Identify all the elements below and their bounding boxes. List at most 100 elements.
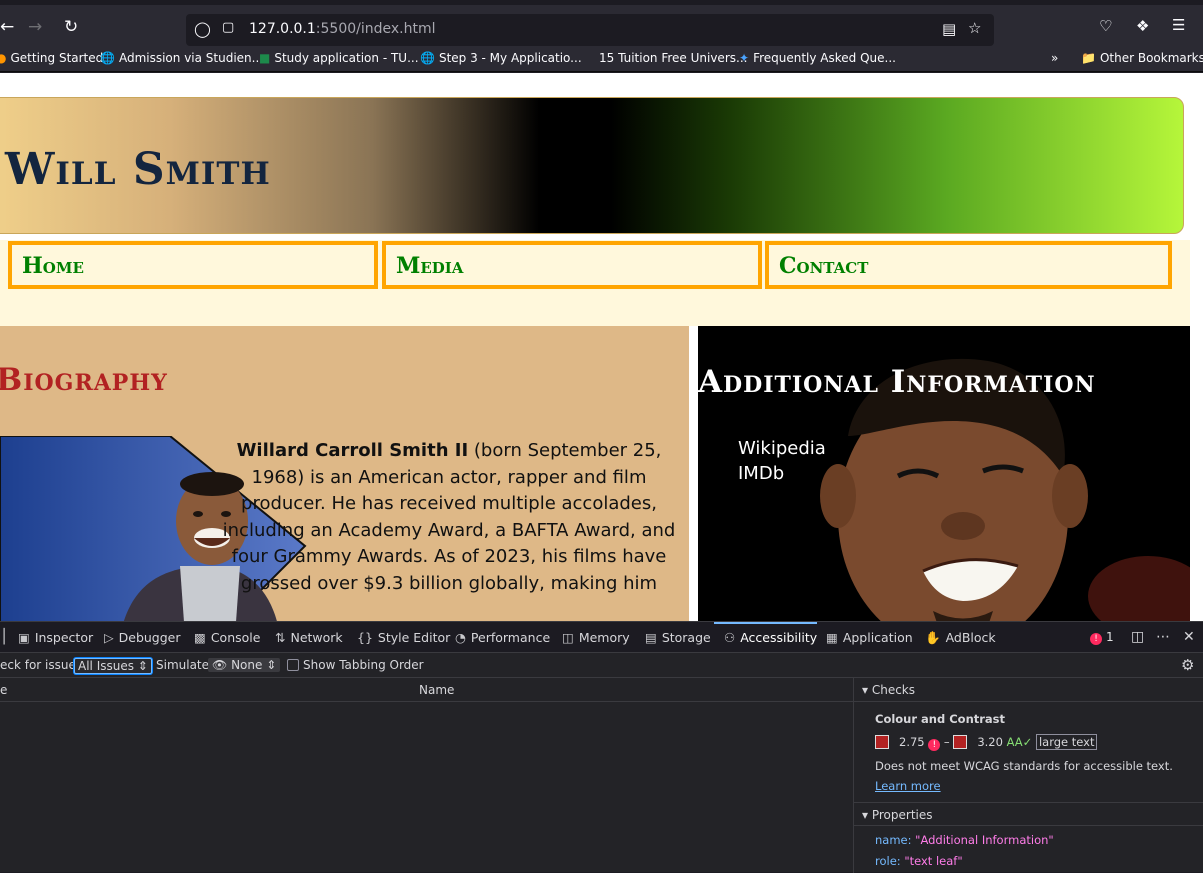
- memory-icon: ◫: [562, 630, 574, 645]
- tab-application[interactable]: ▦ Application: [826, 630, 913, 645]
- pocket-icon[interactable]: ♡: [1099, 17, 1112, 35]
- debugger-icon: ▷: [104, 630, 114, 645]
- bookmark-getting-started[interactable]: ● Getting Started: [0, 51, 103, 65]
- biography-name: Willard Carroll Smith II: [236, 440, 469, 461]
- prop-role-row: role: "text leaf": [875, 854, 963, 868]
- tabbing-order-checkbox[interactable]: Show Tabbing Order: [287, 658, 424, 672]
- page-icon: ▢: [222, 20, 235, 35]
- biography-title: Biography: [0, 362, 168, 398]
- bookmark-admission[interactable]: 🌐 Admission via Studien...: [100, 51, 263, 65]
- contrast-title: Colour and Contrast: [875, 712, 1006, 726]
- network-icon: ⇅: [275, 630, 286, 645]
- checkbox-icon[interactable]: [287, 659, 299, 671]
- name-column-header: Name: [419, 683, 455, 697]
- error-icon: !: [1090, 633, 1102, 645]
- additional-info-links: Wikipedia IMDb: [738, 436, 826, 486]
- tab-inspector[interactable]: ▣ Inspector: [18, 630, 93, 645]
- imdb-link[interactable]: IMDb: [738, 461, 826, 486]
- accessibility-sidebar: ▾ Checks Colour and Contrast 2.75 ! – 3.…: [853, 678, 1203, 873]
- globe-icon: 🌐: [420, 51, 435, 65]
- tab-performance[interactable]: ◔ Performance: [455, 630, 550, 645]
- devtools-tabbar: │ ▣ Inspector ▷ Debugger ▩ Console ⇅ Network…: [0, 622, 1203, 653]
- bird-icon: ✦: [739, 51, 750, 65]
- bookmark-faq[interactable]: ✦ Frequently Asked Que...: [739, 51, 896, 65]
- biography-body: (born September 25, 1968) is an American…: [222, 440, 676, 594]
- nav-home[interactable]: Home: [8, 241, 378, 289]
- nav-contact-label[interactable]: Contact: [779, 253, 868, 279]
- forward-icon[interactable]: →: [28, 18, 42, 36]
- tab-accessibility[interactable]: ⚇ Accessibility: [724, 630, 817, 645]
- dock-icon[interactable]: ◫: [1131, 629, 1144, 645]
- nav-home-label[interactable]: Home: [22, 253, 84, 279]
- checks-section-header[interactable]: ▾ Checks: [854, 678, 1203, 702]
- browser-toolbar: ← → ↻ ◯ ▢ 127.0.0.1:5500/index.html ▤ ☆ …: [0, 0, 1203, 46]
- console-icon: ▩: [194, 630, 206, 645]
- adblock-icon: ✋: [925, 630, 941, 645]
- main-nav: Home Media Contact: [0, 240, 1190, 326]
- bookmark-step3[interactable]: 🌐 Step 3 - My Applicatio...: [420, 51, 582, 65]
- simulate-label: Simulate:: [156, 658, 214, 672]
- other-bookmarks[interactable]: 📁 Other Bookmarks: [1081, 51, 1203, 65]
- tab-debugger[interactable]: ▷ Debugger: [104, 630, 181, 645]
- firefox-icon: ●: [0, 51, 7, 65]
- nav-media[interactable]: Media: [382, 241, 762, 289]
- contrast-message: Does not meet WCAG standards for accessi…: [875, 759, 1173, 773]
- reload-icon[interactable]: ↻: [64, 18, 78, 36]
- shield-icon[interactable]: ◯: [194, 20, 211, 38]
- contrast-values: 2.75 ! – 3.20 AA✓ large text: [875, 734, 1098, 758]
- performance-icon: ◔: [455, 630, 466, 645]
- biography-section: Biography Willard Carroll Smith II (born…: [0, 326, 689, 621]
- settings-gear-icon[interactable]: ⚙: [1181, 656, 1194, 674]
- close-devtools-icon[interactable]: ✕: [1183, 629, 1195, 645]
- style-editor-icon: {}: [357, 630, 373, 645]
- pick-element-icon[interactable]: │: [0, 629, 8, 645]
- page-scrollbar[interactable]: [1190, 73, 1203, 621]
- nav-media-label[interactable]: Media: [396, 253, 463, 279]
- tab-console[interactable]: ▩ Console: [194, 630, 260, 645]
- back-icon[interactable]: ←: [0, 18, 14, 36]
- extensions-icon[interactable]: ❖: [1136, 17, 1149, 35]
- tab-memory[interactable]: ◫ Memory: [562, 630, 630, 645]
- site-header: Will Smith: [0, 97, 1184, 234]
- bookmark-tuition-free[interactable]: 15 Tuition Free Univers...: [599, 51, 747, 65]
- menu-icon[interactable]: ☰: [1172, 16, 1185, 34]
- tab-adblock[interactable]: ✋ AdBlock: [925, 630, 996, 646]
- contrast-swatch-high: [953, 735, 977, 758]
- contrast-error-icon: !: [928, 739, 941, 751]
- wikipedia-link[interactable]: Wikipedia: [738, 436, 826, 461]
- accessibility-icon: ⚇: [724, 630, 736, 645]
- checks-header: ▾ Checks: [862, 683, 916, 697]
- inspector-icon: ▣: [18, 630, 30, 645]
- properties-header: ▾ Properties: [862, 808, 933, 822]
- tab-storage[interactable]: ▤ Storage: [645, 630, 711, 645]
- more-options-icon[interactable]: ⋯: [1156, 629, 1170, 645]
- bookmark-study-application[interactable]: ■ Study application - TU...: [259, 51, 419, 65]
- storage-icon: ▤: [645, 630, 657, 645]
- reader-view-icon[interactable]: ▤: [942, 20, 956, 38]
- devtools-panel: │ ▣ Inspector ▷ Debugger ▩ Console ⇅ Network…: [0, 621, 1203, 873]
- globe-icon: 🌐: [100, 51, 115, 65]
- folder-icon: 📁: [1081, 51, 1096, 65]
- prop-name-row: name: "Additional Information": [875, 833, 1054, 847]
- check-issues-select[interactable]: All Issues ⇕: [74, 658, 152, 674]
- properties-section-header[interactable]: ▾ Properties: [854, 802, 1203, 826]
- tab-style-editor[interactable]: {} Style Editor: [357, 630, 450, 645]
- biography-text: Willard Carroll Smith II (born September…: [214, 438, 684, 597]
- simulate-select[interactable]: 👁 None ⇕: [208, 658, 281, 672]
- contrast-swatch-low: [875, 735, 898, 758]
- bookmarks-overflow-icon[interactable]: »: [1051, 51, 1058, 65]
- learn-more-link[interactable]: Learn more: [875, 779, 941, 793]
- url-text[interactable]: 127.0.0.1:5500/index.html: [249, 21, 436, 37]
- nav-contact[interactable]: Contact: [765, 241, 1172, 289]
- bookmarks-bar: ● Getting Started 🌐 Admission via Studien.…: [0, 46, 1203, 72]
- url-bar[interactable]: ◯ ▢ 127.0.0.1:5500/index.html ▤ ☆: [186, 14, 994, 46]
- error-count-badge[interactable]: ! 1: [1090, 630, 1114, 645]
- accessibility-toolbar: eck for issues: All Issues ⇕ Simulate: 👁…: [0, 653, 1203, 678]
- tu-icon: ■: [259, 51, 271, 65]
- bookmark-star-icon[interactable]: ☆: [968, 19, 981, 37]
- active-tab-indicator: [714, 622, 817, 624]
- additional-info-section: Additional Information Wikipedia IMDb: [698, 326, 1190, 621]
- tab-network[interactable]: ⇅ Network: [275, 630, 343, 645]
- role-column-header: e: [0, 683, 8, 697]
- application-icon: ▦: [826, 630, 838, 645]
